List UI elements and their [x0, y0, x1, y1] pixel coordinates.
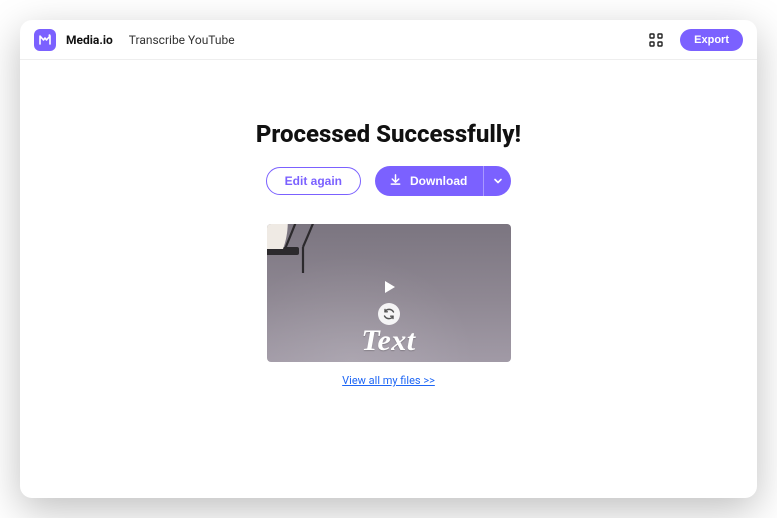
- chevron-down-icon: [493, 174, 503, 189]
- topbar: Media.io Transcribe YouTube Export: [20, 20, 757, 60]
- download-label: Download: [410, 174, 467, 188]
- download-options-button[interactable]: [483, 166, 511, 196]
- preview-illustration: [267, 224, 389, 293]
- apps-grid-icon[interactable]: [648, 32, 664, 48]
- brand-name: Media.io: [66, 33, 113, 47]
- view-all-files-link[interactable]: View all my files >>: [342, 374, 435, 387]
- preview-text-overlay: Text: [361, 324, 415, 358]
- page-title: Transcribe YouTube: [129, 33, 235, 47]
- action-row: Edit again Download: [266, 166, 512, 196]
- download-icon: [389, 173, 402, 189]
- main-content: Processed Successfully! Edit again Downl…: [20, 60, 757, 498]
- video-preview[interactable]: Text: [267, 224, 511, 362]
- download-button-group: Download: [375, 166, 511, 196]
- brand-logo-icon[interactable]: [34, 29, 56, 51]
- success-heading: Processed Successfully!: [256, 120, 521, 148]
- app-window: Media.io Transcribe YouTube Export Proce…: [20, 20, 757, 498]
- sync-icon: [378, 303, 400, 325]
- edit-again-button[interactable]: Edit again: [266, 167, 361, 195]
- download-button[interactable]: Download: [375, 166, 483, 196]
- play-icon[interactable]: [377, 275, 401, 299]
- export-button[interactable]: Export: [680, 29, 743, 51]
